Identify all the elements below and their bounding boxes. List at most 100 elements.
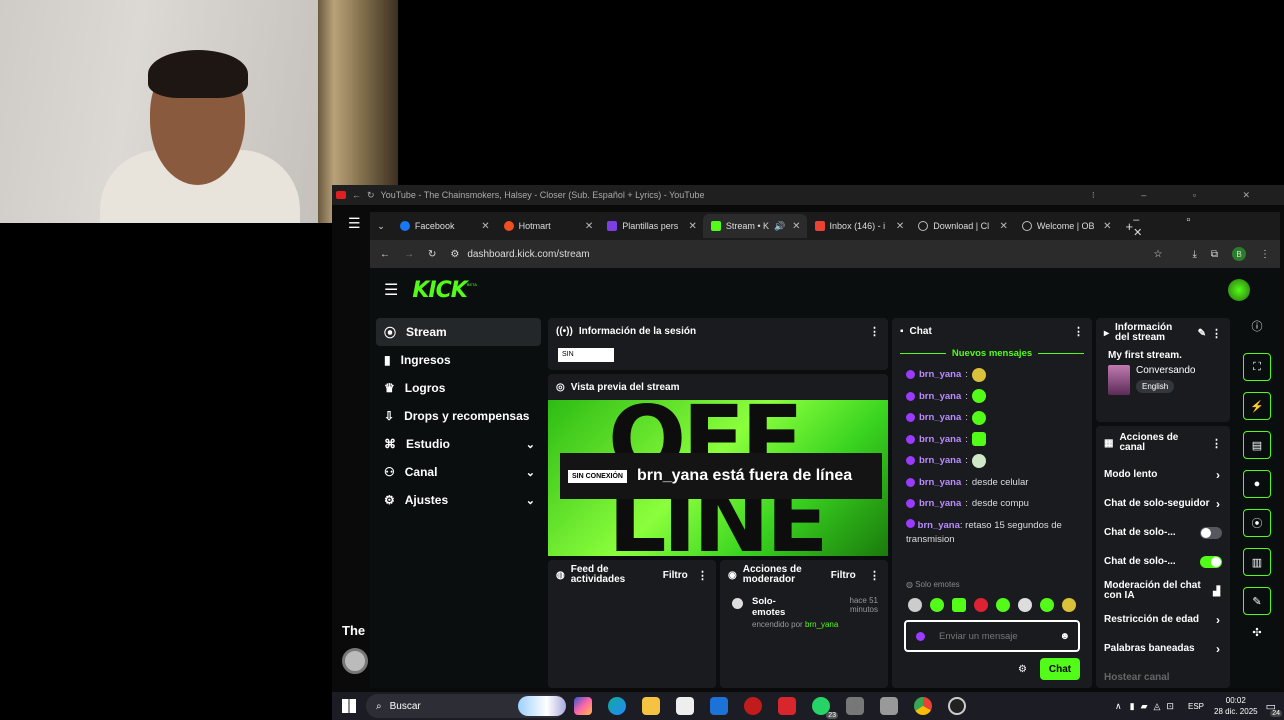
reload-icon[interactable]: ↻ [428, 249, 436, 260]
input-language[interactable]: ESP [1188, 702, 1204, 711]
tray-chevron-icon[interactable]: ∧ [1115, 701, 1122, 712]
chrome-icon[interactable] [342, 648, 368, 674]
sidebar-item-stream[interactable]: ⦿ Stream [376, 318, 541, 346]
tab-inbox[interactable]: Inbox (146) - i ✕ [807, 214, 911, 238]
emote-icon[interactable] [930, 598, 944, 612]
close-icon[interactable]: ✕ [585, 221, 593, 232]
refresh-icon[interactable]: ↻ [367, 190, 375, 201]
chat-bubble-icon[interactable]: ● [1243, 470, 1271, 498]
edit-icon[interactable]: ✎ [1198, 328, 1206, 339]
profile-avatar[interactable]: B [1232, 247, 1246, 261]
menu-icon[interactable]: ⋮ [1260, 249, 1270, 260]
emote-icon[interactable] [974, 598, 988, 612]
action-age-restriction[interactable]: Restricción de edad › [1096, 605, 1230, 634]
sidebar-item-estudio[interactable]: ⌘ Estudio ⌄ [376, 430, 541, 458]
info-icon[interactable]: ⓘ [1252, 318, 1263, 342]
new-tab-icon[interactable]: + [1126, 219, 1134, 234]
mail-icon[interactable] [710, 697, 728, 715]
window-controls[interactable]: – ▫ ✕ [1133, 214, 1268, 239]
tab-download[interactable]: Download | Cl ✕ [910, 214, 1014, 238]
chat-input[interactable]: Enviar un mensaje ☻ [904, 620, 1080, 652]
lightning-icon[interactable]: ⚡ [1243, 392, 1271, 420]
back-icon[interactable]: ← [380, 249, 390, 260]
action-banned-words[interactable]: Palabras baneadas › [1096, 634, 1230, 663]
toggle-switch[interactable] [1200, 555, 1222, 568]
emote-icon[interactable] [1040, 598, 1054, 612]
whatsapp-icon[interactable]: 23 [812, 697, 838, 719]
copilot-icon[interactable] [574, 697, 592, 715]
close-icon[interactable]: ✕ [481, 221, 489, 232]
user-avatar[interactable] [1228, 279, 1250, 301]
tray-icons[interactable]: ▮▰◬⊡ [1130, 701, 1180, 712]
sidebar-item-canal[interactable]: ⚇ Canal ⌄ [376, 458, 541, 486]
tab-facebook[interactable]: Facebook ✕ [392, 214, 496, 238]
more-icon[interactable]: ⋮ [1211, 437, 1222, 450]
recorder-icon[interactable] [778, 697, 796, 715]
window-controls[interactable]: ⁝ – ▫ ✕ [1092, 190, 1272, 201]
emote-icon[interactable] [908, 598, 922, 612]
action-slow-mode[interactable]: Modo lento › [1096, 460, 1230, 489]
emoji-icon[interactable]: ☻ [1059, 631, 1070, 642]
file-icon[interactable]: ▤ [1243, 431, 1271, 459]
windows-start-icon[interactable] [342, 699, 356, 713]
address-bar[interactable]: ⚙ dashboard.kick.com/stream [450, 249, 1139, 260]
close-icon[interactable]: ✕ [999, 221, 1007, 232]
download-icon[interactable]: ⤓ [1192, 249, 1196, 260]
more-icon[interactable]: ⋮ [869, 569, 880, 582]
more-icon[interactable]: ⋮ [1211, 327, 1222, 340]
sidebar-item-drops[interactable]: ⇩ Drops y recompensas [376, 402, 541, 430]
mod-item-user[interactable]: brn_yana [805, 620, 838, 629]
close-icon[interactable]: ✕ [792, 221, 800, 232]
tab-plantillas[interactable]: Plantillas pers ✕ [599, 214, 703, 238]
chat-send-button[interactable]: Chat [1040, 658, 1080, 680]
sidebar-item-ingresos[interactable]: ▮ Ingresos [376, 346, 541, 374]
emote-icon[interactable] [1062, 598, 1076, 612]
tab-hotmart[interactable]: Hotmart ✕ [496, 214, 600, 238]
extensions-icon[interactable]: ⧉ [1211, 249, 1218, 260]
kick-logo[interactable]: KICK [412, 278, 467, 303]
feed-filter[interactable]: Filtro [663, 570, 688, 581]
app-icon[interactable] [744, 697, 762, 715]
clock[interactable]: 00:02 28 dic. 2025 [1214, 695, 1258, 717]
emote-bar[interactable] [908, 598, 1076, 612]
edge-icon[interactable] [608, 697, 626, 715]
more-icon[interactable]: ⋮ [1073, 325, 1084, 338]
close-icon[interactable]: ✕ [689, 221, 697, 232]
close-icon[interactable]: ✕ [1103, 221, 1111, 232]
forward-icon[interactable]: → [404, 249, 414, 260]
offline-preview[interactable]: OFFLINE SIN CONEXIÓN brn_yana está fuera… [548, 400, 888, 556]
app-icon[interactable] [880, 697, 898, 715]
emote-icon[interactable] [996, 598, 1010, 612]
menu-icon[interactable]: ☰ [348, 215, 361, 232]
notification-icon[interactable]: ▭ 24 [1266, 700, 1282, 717]
obs-icon[interactable] [948, 697, 966, 715]
audio-icon[interactable]: 🔊 [774, 221, 785, 232]
action-subs-only[interactable]: Chat de solo-... [1096, 518, 1230, 547]
layout-icon[interactable]: ▥ [1243, 548, 1271, 576]
sidebar-item-ajustes[interactable]: ⚙ Ajustes ⌄ [376, 486, 541, 514]
broadcast-icon[interactable]: ⦿ [1243, 509, 1271, 537]
tab-stream[interactable]: Stream • K 🔊 ✕ [702, 214, 807, 238]
fullscreen-icon[interactable]: ⛶ [1243, 353, 1271, 381]
file-explorer-icon[interactable] [642, 697, 660, 715]
action-followers-only[interactable]: Chat de solo-seguidor › [1096, 489, 1230, 518]
sidebar-item-logros[interactable]: ♛ Logros [376, 374, 541, 402]
chrome-icon[interactable] [914, 697, 932, 715]
action-ai-moderation[interactable]: Moderación del chat con IA ▟ [1096, 576, 1230, 605]
hamburger-icon[interactable]: ☰ [384, 280, 398, 300]
back-icon[interactable]: ← [352, 190, 361, 200]
store-icon[interactable] [676, 697, 694, 715]
close-icon[interactable]: ✕ [896, 221, 904, 232]
more-icon[interactable]: ⋮ [869, 325, 880, 338]
wrench-icon[interactable]: ✎ [1243, 587, 1271, 615]
star-icon[interactable]: ☆ [1153, 249, 1162, 260]
toggle-switch[interactable] [1200, 526, 1222, 539]
emote-icon[interactable] [1018, 598, 1032, 612]
chat-settings-icon[interactable]: ⚙ [1018, 664, 1027, 675]
tab-search-icon[interactable]: ⌄ [370, 221, 392, 232]
site-info-icon[interactable]: ⚙ [450, 249, 459, 260]
camera-icon[interactable] [846, 697, 864, 715]
puzzle-icon[interactable]: ✣ [1252, 626, 1261, 639]
more-icon[interactable]: ⋮ [697, 569, 708, 582]
tab-welcome[interactable]: Welcome | OB ✕ [1014, 214, 1118, 238]
